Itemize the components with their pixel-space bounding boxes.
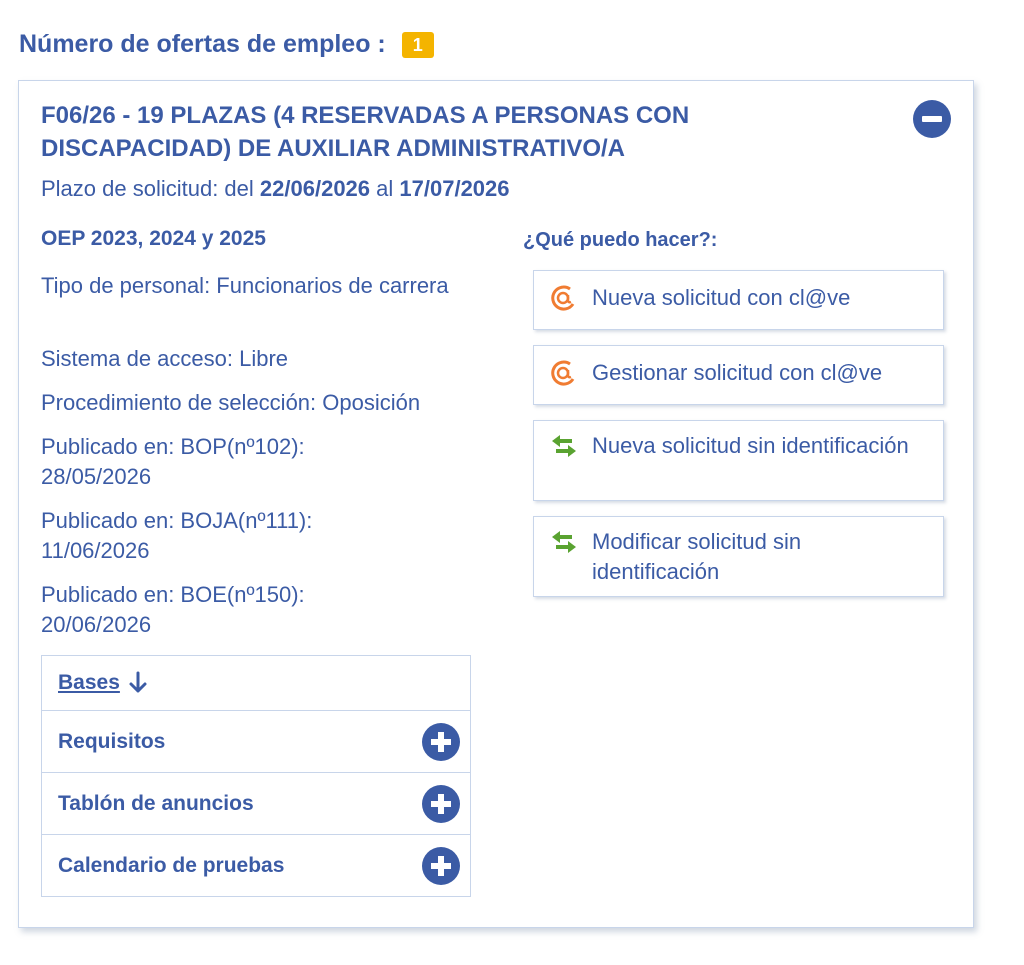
expand-plus-icon[interactable]	[422, 723, 460, 761]
exchange-arrows-icon	[552, 435, 576, 457]
expand-plus-icon[interactable]	[422, 847, 460, 885]
section-tablon[interactable]: Tablón de anuncios	[42, 772, 470, 834]
published-boe: Publicado en: BOE(nº150): 20/06/2026	[41, 582, 305, 637]
action-label: Nueva solicitud sin identificación	[592, 433, 909, 458]
collapse-minus-icon[interactable]	[913, 100, 951, 138]
offers-count-heading: Número de ofertas de empleo : 1	[19, 30, 434, 59]
action-label: Nueva solicitud con cl@ve	[592, 285, 851, 310]
access-system: Sistema de acceso: Libre	[41, 346, 289, 371]
offers-count-label: Número de ofertas de empleo :	[19, 30, 386, 58]
exchange-arrows-icon	[552, 531, 576, 553]
clave-at-icon	[551, 285, 575, 311]
deadline-prefix: Plazo de solicitud: del	[41, 176, 254, 201]
section-label: Tablón de anuncios	[58, 791, 254, 815]
bases-link[interactable]: Bases	[58, 671, 120, 695]
selection-procedure: Procedimiento de selección: Oposición	[41, 390, 421, 415]
modify-application-no-id-button[interactable]: Modificar solicitud sin identificación	[533, 516, 944, 597]
published-boja: Publicado en: BOJA(nº111): 11/06/2026	[41, 508, 313, 563]
action-label: Modificar solicitud sin identificación	[592, 529, 802, 584]
action-label: Gestionar solicitud con cl@ve	[592, 360, 883, 385]
section-bases[interactable]: Bases	[42, 656, 470, 710]
manage-application-clave-button[interactable]: Gestionar solicitud con cl@ve	[533, 345, 944, 405]
section-label: Calendario de pruebas	[58, 853, 285, 877]
published-bop: Publicado en: BOP(nº102): 28/05/2026	[41, 434, 305, 489]
new-application-clave-button[interactable]: Nueva solicitud con cl@ve	[533, 270, 944, 330]
offer-sections: Bases Requisitos Tablón de anuncios Cale…	[41, 655, 471, 897]
offers-count-badge: 1	[401, 31, 434, 58]
clave-at-icon	[551, 360, 575, 386]
deadline-end-date: 17/07/2026	[399, 176, 510, 201]
job-offer-card: F06/26 - 19 PLAZAS (4 RESERVADAS A PERSO…	[18, 80, 974, 928]
offer-title: F06/26 - 19 PLAZAS (4 RESERVADAS A PERSO…	[41, 102, 690, 162]
deadline-middle: al	[376, 176, 394, 201]
new-application-no-id-button[interactable]: Nueva solicitud sin identificación	[533, 420, 944, 501]
oep-label: OEP 2023, 2024 y 2025	[41, 227, 266, 250]
deadline-start-date: 22/06/2026	[259, 176, 371, 201]
actions-title: ¿Qué puedo hacer?:	[523, 229, 718, 251]
section-requisitos[interactable]: Requisitos	[42, 710, 470, 772]
application-deadline: Plazo de solicitud: del 22/06/2026 al 17…	[41, 176, 510, 202]
section-label: Requisitos	[58, 729, 166, 753]
expand-plus-icon[interactable]	[422, 785, 460, 823]
section-calendario[interactable]: Calendario de pruebas	[42, 834, 470, 896]
staff-type: Tipo de personal: Funcionarios de carrer…	[41, 273, 449, 298]
arrow-down-icon	[129, 671, 147, 693]
